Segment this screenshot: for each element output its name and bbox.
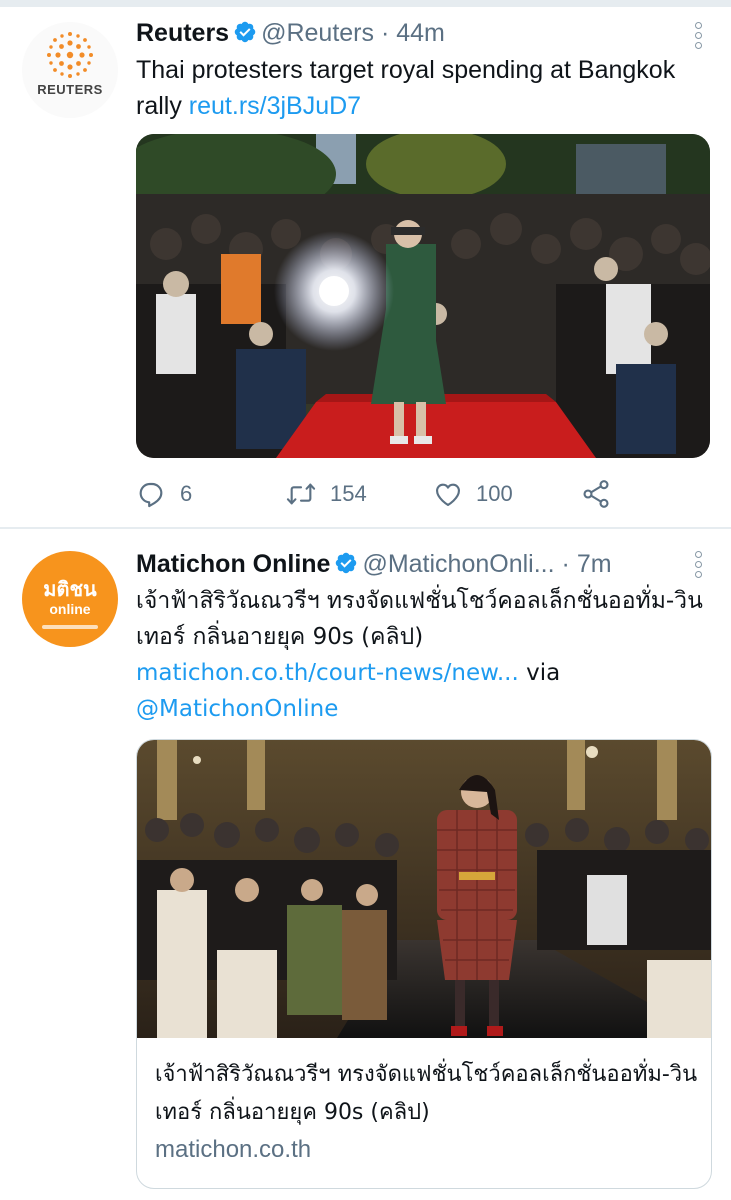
protest-photo-illustration <box>136 134 710 458</box>
tweet-photo-protest[interactable] <box>136 134 710 458</box>
tweet-timestamp[interactable]: 44m <box>396 19 445 47</box>
tweet-matichon[interactable]: มติชน online Matichon Online @MatichonOnl… <box>0 529 731 1200</box>
card-domain: matichon.co.th <box>155 1136 312 1163</box>
reply-button[interactable]: 6 <box>136 476 192 512</box>
retweet-button[interactable]: 154 <box>284 476 367 512</box>
heart-icon <box>436 483 460 506</box>
tweet-actions: 6 154 100 <box>136 476 636 512</box>
card-photo-fashion <box>137 740 711 1038</box>
more-vertical-icon[interactable] <box>695 22 703 52</box>
reuters-logo-icon <box>47 32 93 78</box>
via-word: via <box>526 660 561 686</box>
tweet-text: Thai protesters target royal spending at… <box>136 52 721 124</box>
reuters-avatar-label: REUTERS <box>37 82 103 97</box>
author-name[interactable]: Matichon Online <box>136 550 330 578</box>
social-icons-strip <box>42 625 98 629</box>
fashion-show-illustration <box>137 740 711 1038</box>
tweet-text: เจ้าฟ้าสิริวัณณวรีฯ ทรงจัดแฟชั่นโชว์คอลเ… <box>136 583 721 727</box>
tweet-link[interactable]: matichon.co.th/court-news/new... <box>136 660 519 686</box>
like-button[interactable]: 100 <box>432 476 513 512</box>
reply-icon <box>139 482 163 508</box>
matichon-avatar-label-bottom: online <box>49 601 91 617</box>
via-handle-link[interactable]: @MatichonOnline <box>136 696 338 722</box>
link-preview-card[interactable]: เจ้าฟ้าสิริวัณณวรีฯ ทรงจัดแฟชั่นโชว์คอลเ… <box>136 739 712 1189</box>
card-title: เจ้าฟ้าสิริวัณณวรีฯ ทรงจัดแฟชั่นโชว์คอลเ… <box>155 1062 698 1125</box>
matichon-avatar[interactable]: มติชน online <box>22 551 118 647</box>
tweet-header: Matichon Online @MatichonOnli... · 7m <box>136 549 612 579</box>
tweet-header: Reuters @Reuters · 44m <box>136 18 445 48</box>
verified-badge-icon <box>234 21 256 43</box>
header-separator: · <box>561 550 570 578</box>
retweet-icon <box>286 483 316 505</box>
share-icon <box>583 480 609 508</box>
retweet-count: 154 <box>330 481 367 506</box>
author-handle[interactable]: @Reuters <box>261 19 374 47</box>
reply-count: 6 <box>180 481 193 506</box>
verified-badge-icon <box>336 552 357 574</box>
author-handle[interactable]: @MatichonOnli... <box>362 550 554 578</box>
more-vertical-icon[interactable] <box>695 551 703 581</box>
author-name[interactable]: Reuters <box>136 19 229 47</box>
tweet-text-content: เจ้าฟ้าสิริวัณณวรีฯ ทรงจัดแฟชั่นโชว์คอลเ… <box>136 588 703 650</box>
tweet-timestamp[interactable]: 7m <box>577 550 612 578</box>
header-separator: · <box>380 19 390 47</box>
tweet-reuters[interactable]: REUTERS Reuters @Reuters · 44m Thai prote… <box>0 0 731 528</box>
like-count: 100 <box>476 481 513 506</box>
tweet-link[interactable]: reut.rs/3jBJuD7 <box>189 92 361 120</box>
share-button[interactable] <box>580 476 624 512</box>
reuters-avatar[interactable]: REUTERS <box>22 22 118 118</box>
